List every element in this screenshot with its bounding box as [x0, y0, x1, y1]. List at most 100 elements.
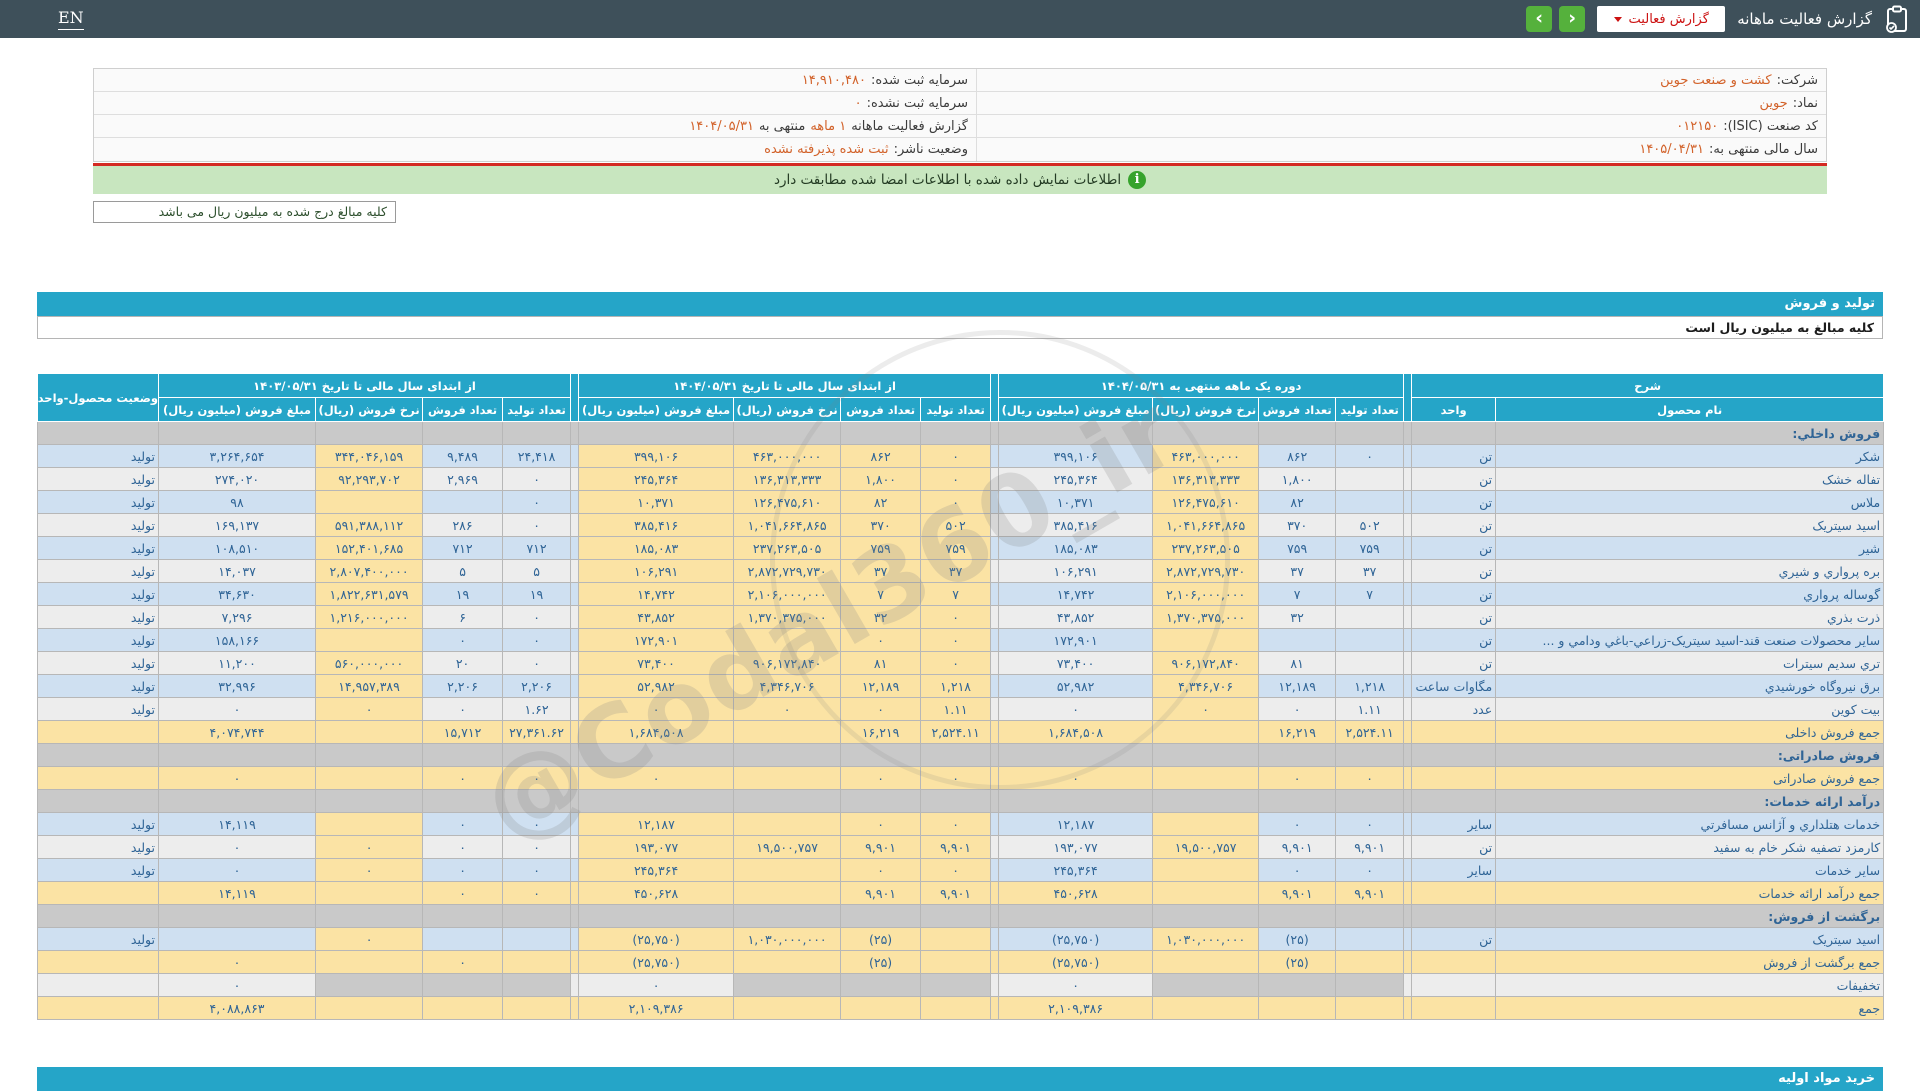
header-separator: [991, 374, 999, 422]
info-value: ۱ ماهه: [810, 119, 846, 134]
cell-unit: [1412, 767, 1496, 790]
info-row: کد صنعت (ISIC):۰۱۲۱۵۰گزارش فعالیت ماهانه…: [94, 115, 1826, 138]
table-body: فروش داخلي:شکرتن۰۸۶۲۴۶۳,۰۰۰,۰۰۰۳۹۹,۱۰۶۰۸…: [38, 422, 1884, 1020]
cell-value: ۹,۹۰۱: [1336, 882, 1404, 905]
cell-value: [579, 905, 734, 928]
cell-value: ۰: [1336, 767, 1404, 790]
section-bar-production-sales: تولید و فروش: [37, 292, 1883, 316]
cell-value: [734, 997, 841, 1020]
cell-value: ۹۰۶,۱۷۲,۸۴۰: [1153, 652, 1259, 675]
cell-value: ۳۸۵,۴۱۶: [999, 514, 1153, 537]
clipboard-report-icon[interactable]: [1884, 5, 1910, 33]
prev-report-button[interactable]: ‹: [1526, 6, 1552, 32]
info-value: ۱۴۰۴/۰۵/۳۱: [689, 119, 754, 134]
cell-value: ۳۲: [841, 606, 921, 629]
cell-value: [316, 721, 423, 744]
column-separator: [991, 744, 999, 767]
cell-value: ۱,۰۴۱,۶۶۴,۸۶۵: [1153, 514, 1259, 537]
cell-value: ۰: [841, 813, 921, 836]
header-sales-amount: مبلغ فروش (میلیون ریال): [579, 398, 734, 422]
cell-value: ۱.۶۲: [503, 698, 571, 721]
column-separator: [571, 514, 579, 537]
cell-value: ۱,۶۸۴,۵۰۸: [999, 721, 1153, 744]
cell-value: [159, 422, 316, 445]
cell-status: [38, 767, 159, 790]
cell-value: ۳۲,۹۹۶: [159, 675, 316, 698]
cell-status: [38, 905, 159, 928]
cell-unit: [1412, 905, 1496, 928]
cell-value: (۲۵): [1259, 951, 1336, 974]
info-value: ۱۴۰۵/۰۴/۳۱: [1639, 142, 1704, 157]
table-row: بیت کوینعدد۱.۱۱۰۰۰۱.۱۱۰۰۰۱.۶۲۰۰۰تولید: [38, 698, 1884, 721]
column-separator: [991, 974, 999, 997]
cell-value: ۰: [423, 882, 503, 905]
signed-info-banner-text: اطلاعات نمایش داده شده با اطلاعات امضا ش…: [774, 172, 1121, 188]
cell-value: (۲۵): [841, 951, 921, 974]
info-cell: سرمایه ثبت نشده:۰: [94, 92, 976, 114]
cell-value: ۱,۰۳۰,۰۰۰,۰۰۰: [734, 928, 841, 951]
column-separator: [571, 698, 579, 721]
cell-value: ۰: [1336, 859, 1404, 882]
cell-product-name: اسید سیتریک: [1496, 514, 1884, 537]
cell-value: [503, 744, 571, 767]
cell-value: ۷: [1336, 583, 1404, 606]
cell-value: ۹۰۶,۱۷۲,۸۴۰: [734, 652, 841, 675]
cell-status: تولید: [38, 514, 159, 537]
cell-value: ۶: [423, 606, 503, 629]
cell-value: [841, 790, 921, 813]
cell-value: ۰: [579, 767, 734, 790]
cell-value: [734, 767, 841, 790]
column-separator: [991, 836, 999, 859]
column-separator: [1404, 445, 1412, 468]
cell-value: [1153, 974, 1259, 997]
cell-value: ۰: [159, 974, 316, 997]
cell-value: ۰: [316, 836, 423, 859]
header-sales-amount: مبلغ فروش (میلیون ریال): [159, 398, 316, 422]
cell-status: [38, 721, 159, 744]
cell-value: ۲۷,۳۶۱.۶۲: [503, 721, 571, 744]
cell-value: ۵۲,۹۸۲: [999, 675, 1153, 698]
cell-value: [1153, 905, 1259, 928]
column-separator: [1404, 905, 1412, 928]
table-row: ذرت بذريتن۳۲۱,۳۷۰,۳۷۵,۰۰۰۴۳,۸۵۲۰۳۲۱,۳۷۰,…: [38, 606, 1884, 629]
cell-value: ۳۷۰: [1259, 514, 1336, 537]
column-separator: [1404, 767, 1412, 790]
cell-value: ۱۸۵,۰۸۳: [579, 537, 734, 560]
info-value: ۰: [855, 96, 862, 111]
cell-value: ۲,۹۶۹: [423, 468, 503, 491]
language-en-link[interactable]: EN: [58, 8, 84, 30]
column-separator: [571, 813, 579, 836]
cell-value: [316, 997, 423, 1020]
report-type-dropdown[interactable]: گزارش فعالیت: [1597, 6, 1725, 32]
header-sales-rate: نرخ فروش (ریال): [734, 398, 841, 422]
cell-value: [1336, 744, 1404, 767]
cell-value: ۸۱: [841, 652, 921, 675]
cell-value: ۰: [579, 698, 734, 721]
cell-value: ۸۲: [1259, 491, 1336, 514]
section-row: فروش صادراتی:: [38, 744, 1884, 767]
cell-value: ۰: [316, 859, 423, 882]
column-separator: [571, 675, 579, 698]
section-bar-raw-materials: خرید مواد اولیه: [37, 1067, 1883, 1091]
cell-value: [423, 790, 503, 813]
cell-value: [579, 744, 734, 767]
cell-value: ۱,۰۳۰,۰۰۰,۰۰۰: [1153, 928, 1259, 951]
cell-value: ۹,۹۰۱: [1259, 882, 1336, 905]
cell-value: [503, 974, 571, 997]
cell-value: ۰: [159, 836, 316, 859]
column-separator: [991, 537, 999, 560]
cell-value: [1336, 629, 1404, 652]
cell-value: ۰: [423, 836, 503, 859]
cell-value: ۹,۹۰۱: [1336, 836, 1404, 859]
cell-value: ۱۵۲,۴۰۱,۶۸۵: [316, 537, 423, 560]
cell-value: (۲۵,۷۵۰): [579, 951, 734, 974]
header-sales-qty: تعداد فروش: [1259, 398, 1336, 422]
next-report-button[interactable]: ›: [1559, 6, 1585, 32]
cell-value: ۷۳,۴۰۰: [999, 652, 1153, 675]
cell-value: [734, 629, 841, 652]
column-separator: [1404, 882, 1412, 905]
cell-value: [423, 997, 503, 1020]
cell-value: ۰: [503, 882, 571, 905]
cell-value: ۳۷: [1259, 560, 1336, 583]
cell-value: ۱۹,۵۰۰,۷۵۷: [734, 836, 841, 859]
